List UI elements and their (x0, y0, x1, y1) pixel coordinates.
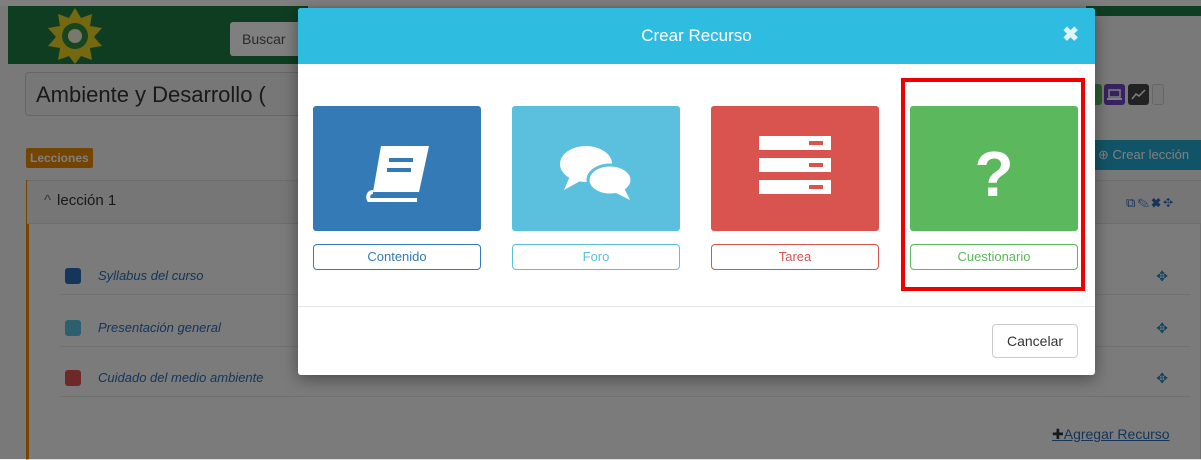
contenido-tile[interactable] (313, 106, 481, 231)
modal-title: Crear Recurso (641, 26, 752, 45)
close-icon[interactable]: ✖ (1062, 22, 1079, 47)
foro-tile[interactable] (512, 106, 680, 231)
cancel-button[interactable]: Cancelar (992, 324, 1078, 358)
chat-bubbles-icon (560, 146, 634, 200)
contenido-button[interactable]: Contenido (313, 244, 481, 270)
tarea-button[interactable]: Tarea (711, 244, 879, 270)
highlight-box (901, 78, 1085, 291)
task-list-icon (759, 136, 831, 194)
foro-button[interactable]: Foro (512, 244, 680, 270)
create-resource-modal: Crear Recurso ✖ Contenido Foro Tarea ? C… (298, 8, 1095, 375)
tarea-tile[interactable] (711, 106, 879, 231)
book-icon (366, 146, 429, 202)
modal-divider (298, 306, 1095, 307)
